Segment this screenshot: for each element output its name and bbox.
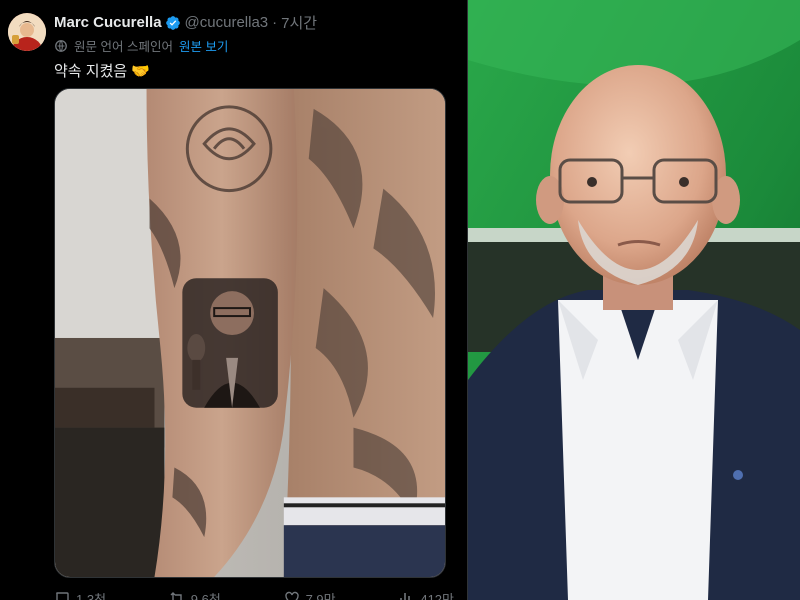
reply-icon [54, 590, 70, 600]
avatar-photo-icon [8, 13, 46, 51]
verified-badge-icon [165, 15, 181, 31]
tweet-body: 약속 지켰음 🤝 [54, 60, 150, 81]
translation-row: 원문 언어 스페인어 원본 보기 [54, 36, 228, 55]
translation-note: 원문 언어 스페인어 [74, 40, 173, 54]
author-display-name[interactable]: Marc Cucurella [54, 14, 162, 31]
views-button[interactable]: 412만 [398, 588, 454, 600]
views-chart-icon [398, 590, 414, 600]
separator-dot: · [272, 14, 278, 31]
tweet-panel: Marc Cucurella @cucurella3 · 7시간 원문 언어 스… [0, 0, 468, 600]
tweet-timestamp[interactable]: 7시간 [281, 12, 317, 33]
reply-count: 1.3천 [76, 591, 107, 600]
coach-photo [468, 0, 800, 600]
retweet-icon [169, 590, 185, 600]
reply-button[interactable]: 1.3천 [54, 588, 106, 600]
show-original-link[interactable]: 원본 보기 [179, 36, 228, 55]
views-count: 412만 [420, 591, 454, 600]
like-count: 7.9만 [305, 591, 336, 600]
translate-icon [54, 39, 68, 53]
retweet-count: 9.6천 [190, 591, 221, 600]
tweet-header: Marc Cucurella @cucurella3 · 7시간 [54, 12, 317, 33]
tweet-actions: 1.3천 9.6천 7.9만 412만 [54, 588, 454, 600]
avatar[interactable] [8, 13, 46, 51]
retweet-button[interactable]: 9.6천 [169, 588, 221, 600]
tweet-text: 약속 지켰음 [54, 63, 128, 80]
like-button[interactable]: 7.9만 [284, 588, 336, 600]
coach-photo-icon [468, 0, 800, 600]
author-handle[interactable]: @cucurella3 [185, 14, 269, 31]
heart-icon [284, 590, 300, 600]
tattoo-photo-icon [55, 89, 445, 577]
handshake-emoji: 🤝 [131, 63, 150, 80]
tweet-media[interactable] [54, 88, 446, 578]
